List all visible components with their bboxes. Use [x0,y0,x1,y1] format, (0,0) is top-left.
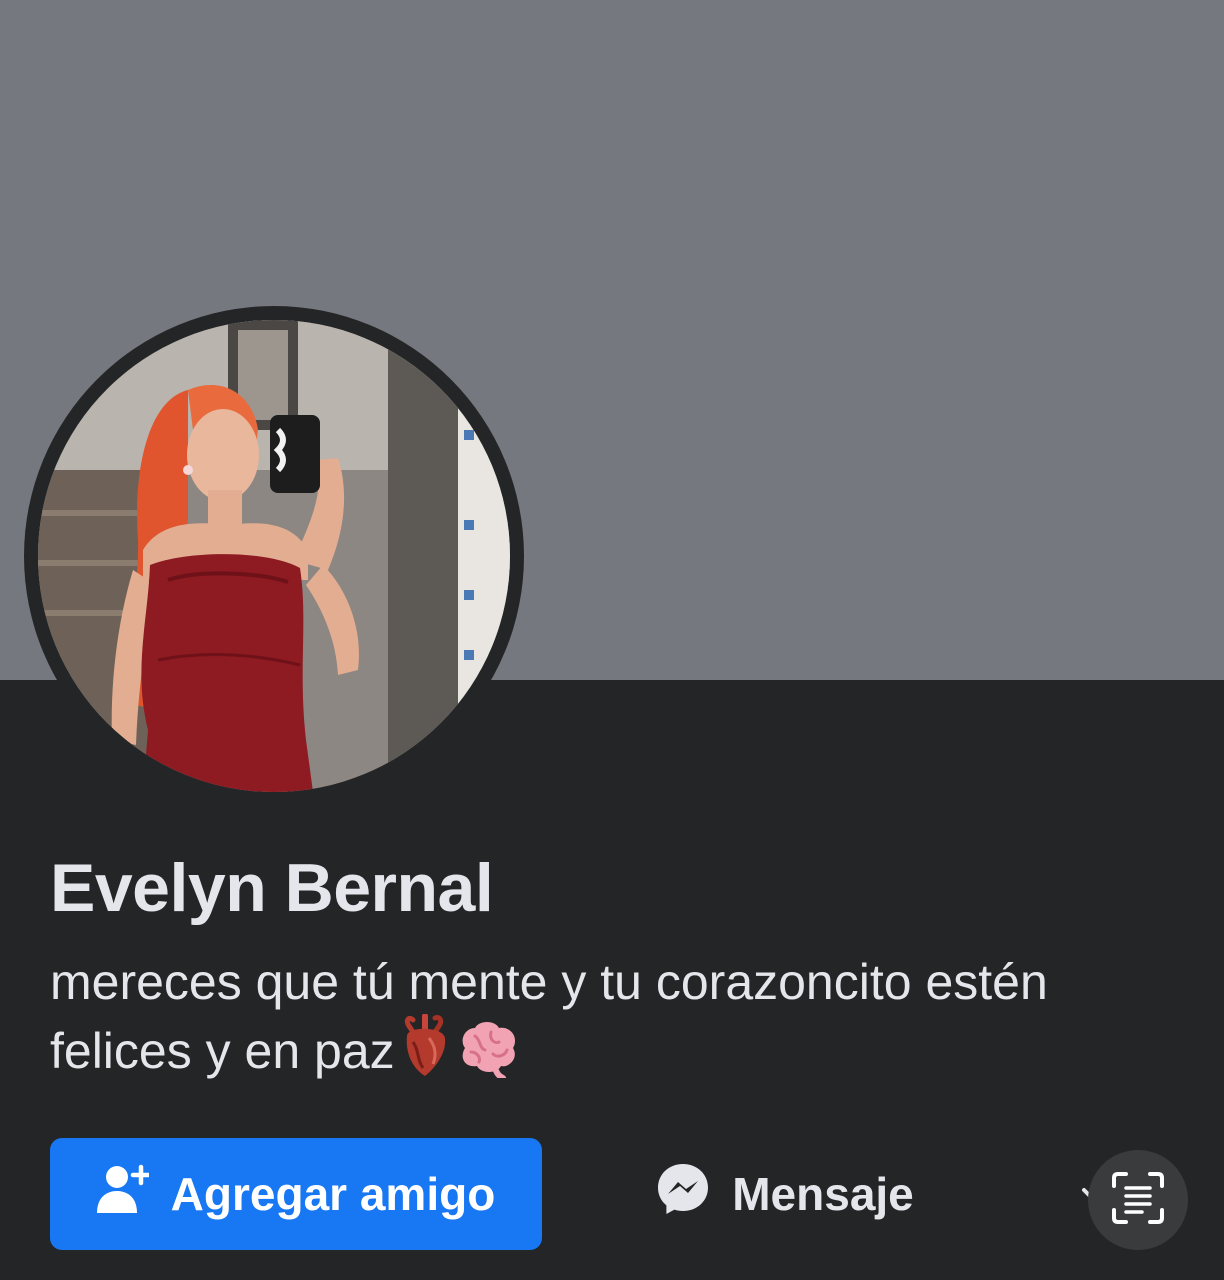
anatomical-heart-emoji-icon [399,1013,451,1093]
add-friend-button[interactable]: Agregar amigo [50,1138,542,1250]
brain-emoji-icon [455,1018,521,1093]
add-friend-label: Agregar amigo [170,1168,496,1220]
profile-picture-frame [24,306,524,806]
profile-screen: Evelyn Bernal mereces que tú mente y tu … [0,0,1224,1280]
profile-name: Evelyn Bernal [50,850,494,926]
text-scan-button[interactable] [1088,1150,1188,1250]
profile-photo-illustration [38,320,510,792]
profile-picture[interactable] [38,320,510,792]
profile-bio: mereces que tú mente y tu corazoncito es… [50,950,1170,1093]
message-button[interactable]: Mensaje [560,1138,1010,1250]
bio-text: mereces que tú mente y tu corazoncito es… [50,954,1048,1079]
messenger-icon [656,1162,710,1227]
text-scan-icon [1112,1171,1164,1229]
person-add-icon [96,1163,151,1226]
message-label: Mensaje [732,1168,914,1220]
